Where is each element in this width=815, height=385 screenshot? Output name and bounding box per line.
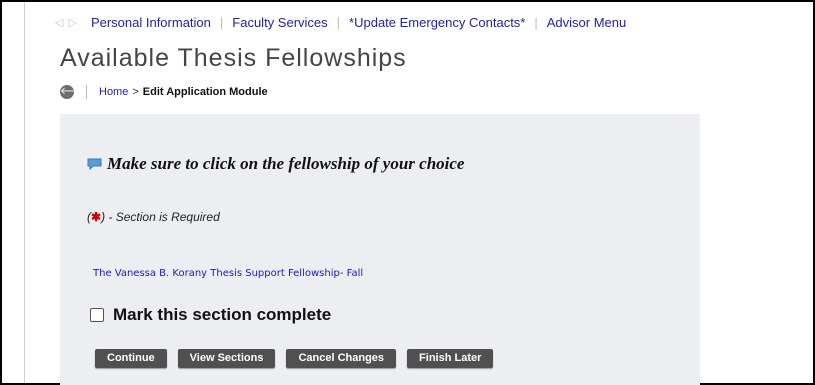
nav-link-advisor-menu[interactable]: Advisor Menu — [547, 15, 626, 30]
mark-complete-label[interactable]: Mark this section complete — [113, 305, 331, 325]
prev-arrow-icon[interactable]: ◁ — [55, 16, 63, 29]
nav-link-update-emergency-contacts[interactable]: *Update Emergency Contacts* — [349, 15, 525, 30]
required-star-icon: ✱ — [91, 210, 102, 224]
button-bar: Continue View Sections Cancel Changes Fi… — [95, 349, 494, 368]
window-frame: ◁ ▷ Personal Information | Faculty Servi… — [0, 0, 815, 385]
nav-link-personal-information[interactable]: Personal Information — [91, 15, 211, 30]
cancel-changes-button[interactable]: Cancel Changes — [286, 349, 397, 368]
fellowship-link[interactable]: The Vanessa B. Korany Thesis Support Fel… — [93, 268, 363, 279]
nav-link-faculty-services[interactable]: Faculty Services — [232, 15, 327, 30]
notice: Make sure to click on the fellowship of … — [87, 154, 464, 174]
nav-separator: | — [219, 14, 224, 30]
nav-separator: | — [336, 14, 341, 30]
breadcrumb-current: Edit Application Module — [142, 86, 268, 98]
breadcrumb: 🡐 Home > Edit Application Module — [60, 83, 268, 101]
top-nav: ◁ ▷ Personal Information | Faculty Servi… — [55, 14, 626, 30]
breadcrumb-separator: > — [132, 86, 139, 98]
finish-later-button[interactable]: Finish Later — [407, 349, 494, 368]
application-panel: Make sure to click on the fellowship of … — [60, 114, 700, 385]
breadcrumb-home-link[interactable]: Home — [99, 86, 128, 98]
mark-complete-checkbox[interactable] — [90, 308, 104, 322]
nav-separator: | — [534, 14, 538, 30]
continue-button[interactable]: Continue — [95, 349, 167, 368]
nav-arrows: ◁ ▷ — [55, 16, 77, 29]
mark-complete[interactable]: Mark this section complete — [90, 305, 331, 325]
notice-text: Make sure to click on the fellowship of … — [107, 154, 465, 173]
view-sections-button[interactable]: View Sections — [177, 349, 276, 368]
back-arrow-icon[interactable]: 🡐 — [60, 85, 87, 99]
required-text: ) - Section is Required — [101, 210, 220, 224]
page-title: Available Thesis Fellowships — [60, 44, 407, 72]
chat-bubble-icon — [87, 158, 102, 170]
breadcrumb-divider — [86, 85, 87, 99]
required-legend: (✱) - Section is Required — [87, 210, 220, 224]
next-arrow-icon[interactable]: ▷ — [68, 16, 76, 29]
left-divider — [24, 2, 25, 383]
